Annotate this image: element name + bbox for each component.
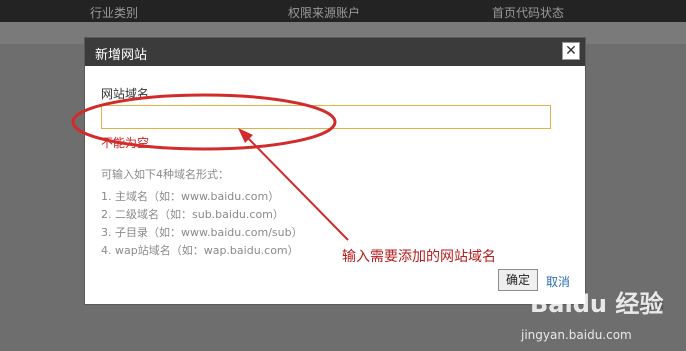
watermark-domain: jingyan.baidu.com — [521, 328, 632, 342]
highlight-ellipse — [71, 93, 337, 151]
watermark-brand: Baidu 经验 — [530, 290, 663, 318]
annotation-arrow-line — [243, 133, 349, 241]
